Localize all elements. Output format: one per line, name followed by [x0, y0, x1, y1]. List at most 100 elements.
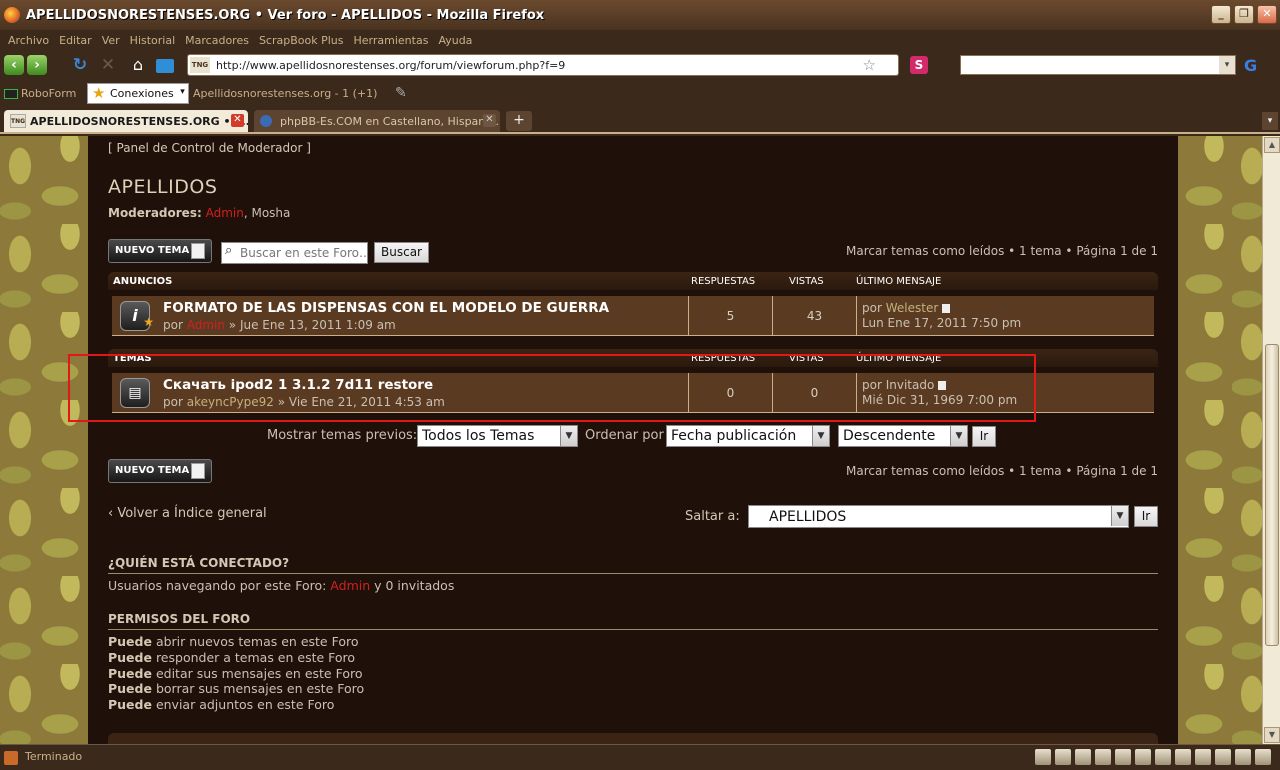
- online-admin-link[interactable]: Admin: [330, 578, 370, 593]
- site-favicon-icon: TNG: [190, 57, 210, 73]
- permission-text: responder a temas en este Foro: [151, 650, 356, 665]
- forum-page: [ Panel de Control de Moderador ] APELLI…: [68, 136, 1178, 744]
- sort-by-select[interactable]: Fecha publicación ▼: [666, 425, 830, 447]
- bookmark-star-icon[interactable]: ☆: [863, 56, 876, 74]
- dropdown-arrow-icon: ▼: [560, 426, 577, 446]
- back-to-index-link[interactable]: ‹ Volver a Índice general: [108, 506, 267, 521]
- addon-5-icon[interactable]: [1115, 749, 1131, 765]
- roboform-label: RoboForm: [21, 87, 77, 100]
- roboform-button[interactable]: RoboForm: [4, 87, 76, 100]
- menu-marcadores[interactable]: Marcadores: [185, 34, 249, 47]
- tng-favicon-icon: TNG: [10, 114, 26, 128]
- show-topics-select[interactable]: Todos los Temas ▼: [417, 425, 578, 447]
- menu-scrapbook[interactable]: ScrapBook Plus: [259, 34, 344, 47]
- apellidos-feed-bookmark[interactable]: Apellidosnorestenses.org - 1 (+1): [193, 87, 377, 100]
- forum-title[interactable]: APELLIDOS: [108, 176, 217, 198]
- sort-go-button[interactable]: Ir: [972, 426, 996, 447]
- jump-to-select[interactable]: APELLIDOS ▼: [748, 505, 1129, 528]
- browser-search-input[interactable]: ▾: [960, 55, 1236, 75]
- tab-list-dropdown-icon[interactable]: ▾: [1262, 112, 1278, 130]
- jump-to-value: APELLIDOS: [769, 509, 847, 525]
- last-post-author-link[interactable]: Welester: [886, 301, 939, 315]
- menu-archivo[interactable]: Archivo: [8, 34, 49, 47]
- view-latest-post-icon[interactable]: [942, 304, 951, 313]
- new-tab-button[interactable]: +: [506, 111, 532, 131]
- addon-11-icon[interactable]: [1235, 749, 1251, 765]
- show-topics-value: Todos los Temas: [422, 428, 535, 444]
- pagination-bottom[interactable]: Marcar temas como leídos • 1 tema • Pági…: [846, 464, 1158, 478]
- announcement-title-link[interactable]: FORMATO DE LAS DISPENSAS CON EL MODELO D…: [163, 300, 609, 316]
- feather-icon[interactable]: ✎: [395, 85, 407, 101]
- forum-search-input[interactable]: Buscar en este Foro…: [221, 242, 368, 264]
- announcement-views: 43: [772, 296, 856, 336]
- status-text: Terminado: [25, 750, 83, 763]
- permission-item: Puede abrir nuevos temas en este Foro: [108, 634, 359, 649]
- permission-item: Puede editar sus mensajes en este Foro: [108, 666, 363, 681]
- maximize-button[interactable]: ❐: [1234, 5, 1254, 24]
- stumble-icon[interactable]: S: [910, 56, 928, 74]
- addon-8-icon[interactable]: [1175, 749, 1191, 765]
- moderator-control-panel-link[interactable]: [ Panel de Control de Moderador ]: [108, 141, 311, 155]
- announcement-author-link[interactable]: Admin: [187, 318, 225, 332]
- addon-9-icon[interactable]: [1195, 749, 1211, 765]
- pagination-top[interactable]: Marcar temas como leídos • 1 tema • Pági…: [846, 244, 1158, 258]
- scrollbar-thumb[interactable]: [1265, 344, 1279, 646]
- new-topic-button[interactable]: NUEVO TEMA: [108, 239, 212, 263]
- addon-12-icon[interactable]: [1255, 749, 1271, 765]
- home-icon[interactable]: ⌂: [128, 55, 148, 75]
- window-title: APELLIDOSNORESTENSES.ORG • Ver foro - AP…: [26, 7, 545, 23]
- search-engine-dropdown-icon[interactable]: ▾: [1219, 56, 1235, 74]
- new-topic-button-bottom[interactable]: NUEVO TEMA: [108, 459, 212, 483]
- announcements-heading: ANUNCIOS: [113, 276, 173, 287]
- menu-historial[interactable]: Historial: [130, 34, 175, 47]
- reload-icon[interactable]: ↻: [70, 55, 90, 75]
- addon-2-icon[interactable]: [1055, 749, 1071, 765]
- tab-close-icon[interactable]: ✕: [231, 114, 244, 127]
- permission-item: Puede borrar sus mensajes en este Foro: [108, 681, 364, 696]
- roboform-icon: [4, 89, 18, 99]
- back-button[interactable]: ‹: [4, 55, 24, 75]
- dropdown-arrow-icon: ▼: [950, 426, 967, 446]
- footer-navbar: [108, 733, 1158, 744]
- rss-icon[interactable]: [156, 59, 174, 73]
- can-label: Puede: [108, 634, 152, 649]
- vertical-scrollbar[interactable]: ▲ ▼: [1262, 136, 1280, 744]
- tab-apellidos[interactable]: TNG APELLIDOSNORESTENSES.ORG • V... ✕: [4, 110, 248, 132]
- addon-3-icon[interactable]: [1075, 749, 1091, 765]
- last-post-date: Lun Ene 17, 2011 7:50 pm: [862, 316, 1022, 330]
- menu-ver[interactable]: Ver: [102, 34, 120, 47]
- moderator-mosha[interactable]: , Mosha: [244, 206, 291, 220]
- tab-close-icon[interactable]: ✕: [483, 114, 496, 127]
- addon-1-icon[interactable]: [1035, 749, 1051, 765]
- jump-go-button[interactable]: Ir: [1134, 506, 1158, 527]
- menu-editar[interactable]: Editar: [59, 34, 92, 47]
- menu-ayuda[interactable]: Ayuda: [438, 34, 472, 47]
- close-window-button[interactable]: ✕: [1257, 5, 1277, 24]
- address-bar[interactable]: TNG http://www.apellidosnorestenses.org/…: [187, 54, 899, 76]
- moderator-admin-link[interactable]: Admin: [206, 206, 244, 220]
- firefox-logo-icon: [4, 7, 20, 23]
- menu-herramientas[interactable]: Herramientas: [354, 34, 429, 47]
- minimize-button[interactable]: _: [1211, 5, 1231, 24]
- dropdown-arrow-icon: ▼: [1111, 506, 1128, 526]
- scroll-down-icon[interactable]: ▼: [1264, 727, 1280, 743]
- search-button[interactable]: Buscar: [374, 242, 429, 263]
- announcements-header: ANUNCIOS RESPUESTAS VISTAS ÚLTIMO MENSAJ…: [108, 272, 1158, 290]
- show-topics-label: Mostrar temas previos:: [267, 428, 418, 443]
- stop-icon[interactable]: ✕: [98, 55, 118, 75]
- conexiones-dropdown[interactable]: Conexiones: [87, 83, 189, 104]
- tab-phpbb[interactable]: phpBB-Es.COM en Castellano, Hispano ... …: [254, 110, 500, 132]
- url-text[interactable]: http://www.apellidosnorestenses.org/foru…: [216, 59, 565, 72]
- addon-4-icon[interactable]: [1095, 749, 1111, 765]
- scroll-up-icon[interactable]: ▲: [1264, 137, 1280, 153]
- addon-6-icon[interactable]: [1135, 749, 1151, 765]
- who-is-online-heading[interactable]: ¿QUIÉN ESTÁ CONECTADO?: [108, 556, 1158, 574]
- addon-10-icon[interactable]: [1215, 749, 1231, 765]
- star-icon: ★: [143, 315, 154, 329]
- sort-order-select[interactable]: Descendente ▼: [838, 425, 968, 447]
- forward-button[interactable]: ›: [27, 55, 47, 75]
- addon-7-icon[interactable]: [1155, 749, 1171, 765]
- online-prefix: Usuarios navegando por este Foro:: [108, 578, 331, 593]
- google-icon[interactable]: G: [1244, 56, 1257, 75]
- dropdown-arrow-icon: ▼: [812, 426, 829, 446]
